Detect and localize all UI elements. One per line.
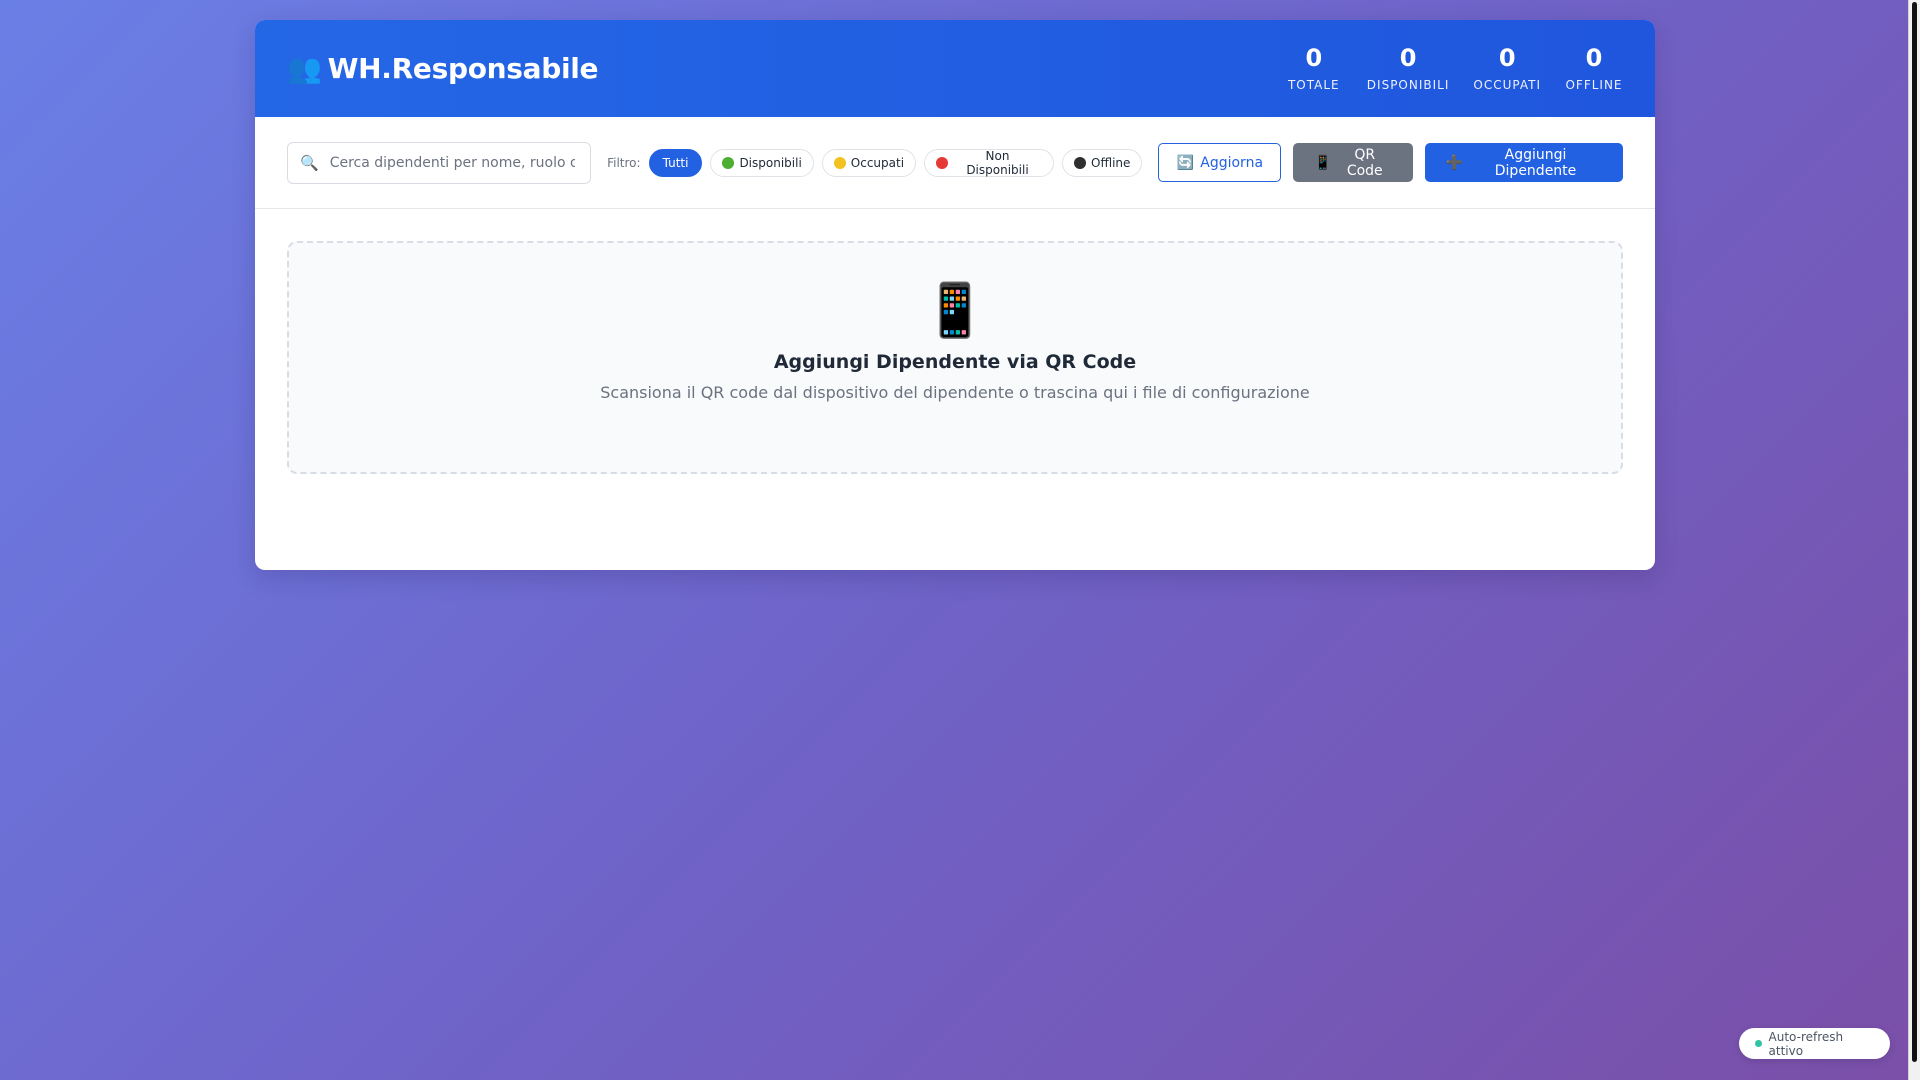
- add-employee-button[interactable]: ➕ Aggiungi Dipendente: [1424, 143, 1623, 182]
- app-panel: 👥 WH.Responsabile 0 TOTALE 0 DISPONIBILI…: [255, 20, 1655, 570]
- auto-refresh-label: Auto-refresh attivo: [1768, 1029, 1844, 1058]
- filter-label-text: Disponibili: [739, 155, 802, 170]
- qr-code-button[interactable]: 📱 QR Code: [1293, 143, 1413, 182]
- toolbar: 🔍 Filtro: Tutti Disponibili Occupati Non…: [255, 117, 1655, 209]
- filter-disponibili[interactable]: Disponibili: [710, 148, 814, 177]
- search-box[interactable]: 🔍: [287, 141, 592, 184]
- filter-tutti[interactable]: Tutti: [648, 148, 703, 177]
- people-icon: 👥: [287, 51, 322, 85]
- dropzone-title: Aggiungi Dipendente via QR Code: [773, 351, 1137, 373]
- refresh-button[interactable]: 🔄 Aggiorna: [1158, 143, 1282, 182]
- mobile-phone-icon: 📱: [1314, 154, 1332, 171]
- filter-label-text: Occupati: [850, 155, 905, 170]
- stat-value: 0: [1585, 44, 1603, 73]
- page-scrollbar[interactable]: [1908, 0, 1920, 1080]
- header: 👥 WH.Responsabile 0 TOTALE 0 DISPONIBILI…: [255, 20, 1655, 117]
- stat-label: TOTALE: [1287, 77, 1340, 92]
- stats-summary: 0 TOTALE 0 DISPONIBILI 0 OCCUPATI 0 OFFL…: [1273, 44, 1623, 92]
- stat-label: DISPONIBILI: [1366, 77, 1450, 92]
- mobile-phone-icon: 📱: [922, 281, 988, 341]
- filter-occupati[interactable]: Occupati: [821, 148, 917, 177]
- scrollbar-thumb[interactable]: [1912, 2, 1917, 1062]
- filter-offline[interactable]: Offline: [1062, 148, 1143, 177]
- auto-refresh-indicator: Auto-refresh attivo: [1739, 1028, 1890, 1059]
- search-icon: 🔍: [300, 153, 319, 172]
- plus-icon: ➕: [1445, 154, 1464, 171]
- filter-label-text: Non Disponibili: [966, 148, 1029, 177]
- filter-non-disponibili[interactable]: Non Disponibili: [924, 148, 1055, 177]
- refresh-label: Aggiorna: [1200, 154, 1264, 171]
- refresh-icon: 🔄: [1176, 154, 1195, 171]
- red-status-icon: [936, 156, 948, 169]
- stat-offline: 0 OFFLINE: [1553, 44, 1623, 92]
- live-status-icon: [1755, 1040, 1762, 1047]
- add-employee-label: Aggiungi Dipendente: [1494, 146, 1577, 179]
- stat-value: 0: [1399, 44, 1417, 73]
- stat-disponibili: 0 DISPONIBILI: [1355, 44, 1462, 92]
- stat-label: OFFLINE: [1565, 77, 1623, 92]
- stat-label: OCCUPATI: [1473, 77, 1541, 92]
- stat-totale: 0 TOTALE: [1273, 44, 1355, 92]
- stat-value: 0: [1305, 44, 1323, 73]
- green-status-icon: [722, 156, 735, 169]
- black-status-icon: [1074, 156, 1087, 169]
- yellow-status-icon: [833, 156, 846, 169]
- brand-title: WH.Responsabile: [327, 52, 599, 85]
- filter-label: Filtro:: [607, 155, 641, 170]
- filter-label-text: Tutti: [662, 155, 689, 170]
- search-input[interactable]: [327, 153, 577, 172]
- qr-dropzone[interactable]: 📱 Aggiungi Dipendente via QR Code Scansi…: [287, 241, 1623, 474]
- brand: 👥 WH.Responsabile: [287, 51, 599, 85]
- stat-value: 0: [1498, 44, 1516, 73]
- filter-label-text: Offline: [1091, 155, 1131, 170]
- dropzone-subtitle: Scansiona il QR code dal dispositivo del…: [600, 383, 1310, 402]
- stat-occupati: 0 OCCUPATI: [1461, 44, 1553, 92]
- qr-code-label: QR Code: [1346, 146, 1383, 179]
